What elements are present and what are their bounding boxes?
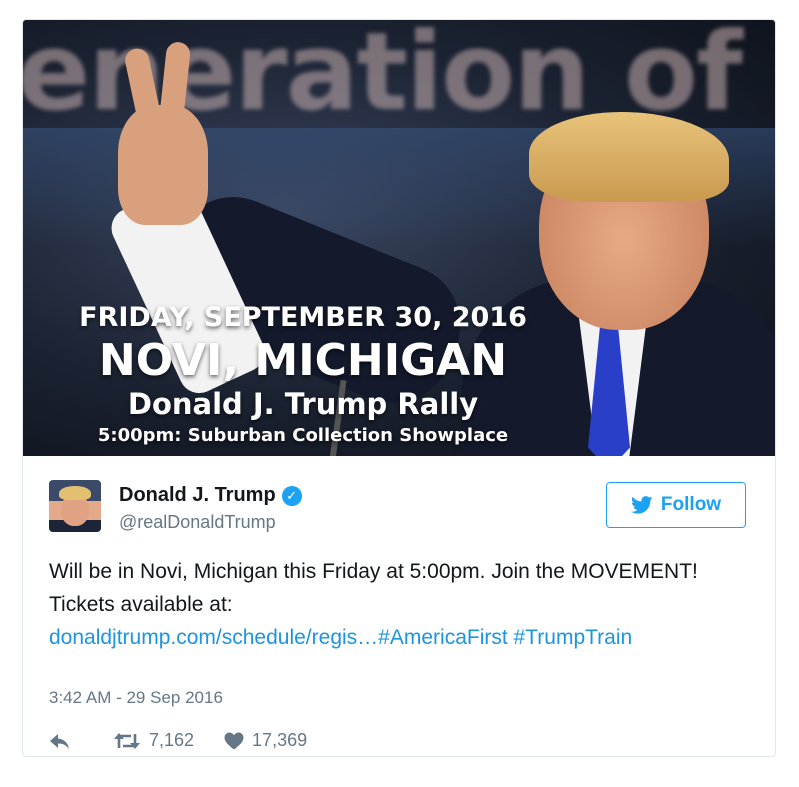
tweet-media-image[interactable]: eneration of Cor FRIDAY, SEPTEMBER 30, 2…: [23, 20, 775, 456]
rally-date: FRIDAY, SEPTEMBER 30, 2016: [79, 302, 527, 333]
tweet-embed-card: eneration of Cor FRIDAY, SEPTEMBER 30, 2…: [22, 19, 776, 757]
reply-icon: [50, 733, 69, 749]
follow-label: Follow: [660, 494, 722, 515]
hashtag-america-first[interactable]: #AmericaFirst: [378, 626, 508, 649]
hashtag-trump-train[interactable]: #TrumpTrain: [514, 626, 633, 649]
author-handle[interactable]: @realDonaldTrump: [119, 512, 276, 533]
twitter-bird-icon: [630, 496, 653, 514]
tweet-timestamp[interactable]: 3:42 AM - 29 Sep 2016: [49, 688, 223, 708]
tweet-text: Will be in Novi, Michigan this Friday at…: [49, 555, 749, 654]
like-button[interactable]: 17,369: [224, 730, 307, 751]
rally-location: NOVI, MICHIGAN: [98, 335, 508, 386]
rally-title: Donald J. Trump Rally: [127, 387, 479, 421]
author-name-row[interactable]: Donald J. Trump ✓: [119, 484, 302, 507]
verified-badge-icon: ✓: [281, 485, 302, 506]
follow-button[interactable]: Follow: [606, 482, 746, 528]
author-display-name[interactable]: Donald J. Trump: [119, 484, 276, 507]
like-count: 17,369: [252, 730, 308, 750]
retweet-button[interactable]: 7,162: [113, 730, 194, 751]
heart-icon: [224, 732, 244, 749]
reply-button[interactable]: [49, 732, 71, 750]
tweet-actions: 7,162 17,369: [49, 730, 307, 751]
avatar[interactable]: [49, 480, 101, 532]
raised-hand: [118, 105, 208, 225]
tweet-text-body: Will be in Novi, Michigan this Friday at…: [49, 560, 698, 616]
retweet-count: 7,162: [149, 730, 195, 750]
avatar-hair: [59, 486, 91, 500]
rally-announcement-overlay: FRIDAY, SEPTEMBER 30, 2016 NOVI, MICHIGA…: [23, 300, 583, 450]
tweet-body: Donald J. Trump ✓ @realDonaldTrump Follo…: [23, 456, 775, 756]
retweet-icon: [114, 732, 140, 749]
rally-venue: 5:00pm: Suburban Collection Showplace: [97, 425, 509, 446]
tweet-link[interactable]: donaldjtrump.com/schedule/regis…: [49, 626, 378, 649]
